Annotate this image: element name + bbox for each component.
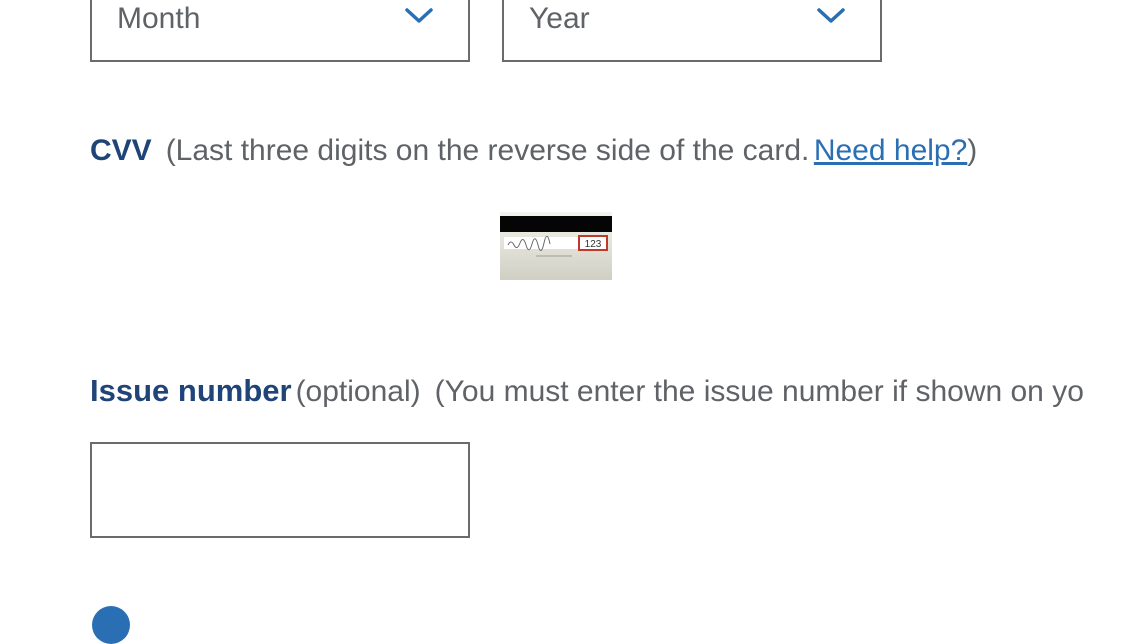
- issue-number-optional: (optional): [295, 375, 421, 408]
- info-circle-icon: [92, 606, 130, 644]
- cvv-sample-code: 123: [585, 239, 602, 250]
- issue-number-input[interactable]: [90, 442, 470, 538]
- issue-number-label-row: Issue number (optional) (You must enter th…: [90, 371, 1084, 417]
- chevron-down-icon: [817, 8, 845, 23]
- year-select[interactable]: Year: [502, 0, 882, 62]
- cvv-label-row: CVV (Last three digits on the reverse sid…: [90, 131, 977, 176]
- chevron-down-icon: [405, 8, 433, 23]
- card-back-cvv-icon: 123: [500, 212, 612, 280]
- month-select[interactable]: Month: [90, 0, 470, 62]
- year-select-value: Year: [529, 2, 590, 35]
- cvv-hint-close: ): [967, 134, 978, 167]
- need-help-link[interactable]: Need help?: [814, 134, 967, 167]
- issue-number-note: (You must enter the issue number if show…: [434, 375, 1084, 408]
- cvv-label: CVV: [90, 134, 152, 167]
- issue-number-label: Issue number: [90, 373, 292, 408]
- cvv-hint: (Last three digits on the reverse side o…: [165, 134, 810, 167]
- month-select-value: Month: [117, 2, 201, 35]
